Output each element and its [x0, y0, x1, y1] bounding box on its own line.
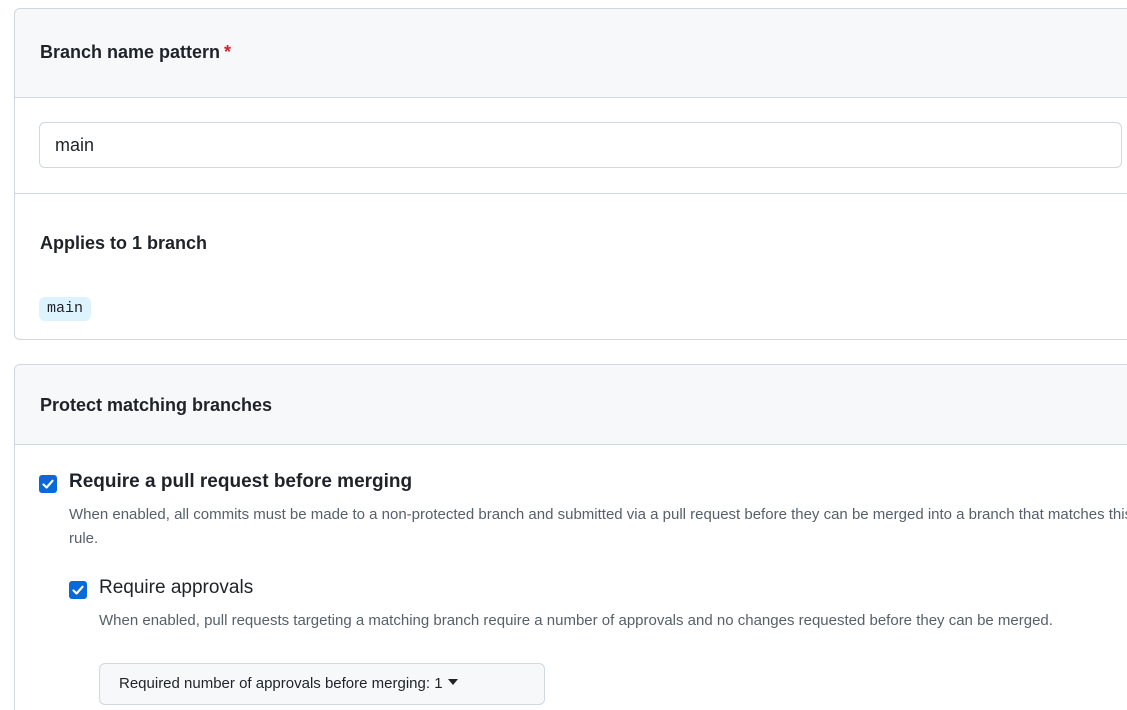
branch-pattern-input[interactable] [39, 122, 1122, 168]
branch-pattern-input-row [15, 98, 1127, 194]
approvals-select-value: 1 [434, 675, 443, 692]
require-pull-request-description: When enabled, all commits must be made t… [69, 506, 1127, 547]
branch-pattern-panel: Branch name pattern* Applies to 1 branch… [14, 8, 1127, 340]
checkmark-icon [42, 479, 54, 489]
checkmark-icon [72, 585, 84, 595]
branch-pattern-label: Branch name pattern [40, 42, 221, 62]
required-marker: * [224, 42, 232, 62]
applies-section: Applies to 1 branch main [15, 194, 1127, 334]
caret-down-icon [447, 679, 458, 686]
applies-title: Applies to 1 branch [40, 233, 208, 253]
protect-branches-header: Protect matching branches [15, 365, 1127, 445]
approvals-select-label: Required number of approvals before merg… [119, 675, 431, 692]
approvals-count-select[interactable]: Required number of approvals before merg… [99, 663, 545, 705]
require-approvals-checkbox[interactable] [69, 581, 87, 599]
require-pull-request-checkbox[interactable] [39, 475, 57, 493]
branch-protection-page: Branch name pattern* Applies to 1 branch… [0, 0, 1127, 710]
require-pull-request-label[interactable]: Require a pull request before merging [69, 471, 412, 493]
require-approvals-description: When enabled, pull requests targeting a … [99, 612, 1053, 629]
branch-pattern-header: Branch name pattern * [15, 9, 1127, 98]
protect-branches-panel: Protect matching branches Require a pull… [14, 364, 1127, 710]
require-approvals-label[interactable]: Require approvals [99, 577, 253, 599]
branch-chip-main: main [39, 297, 92, 321]
